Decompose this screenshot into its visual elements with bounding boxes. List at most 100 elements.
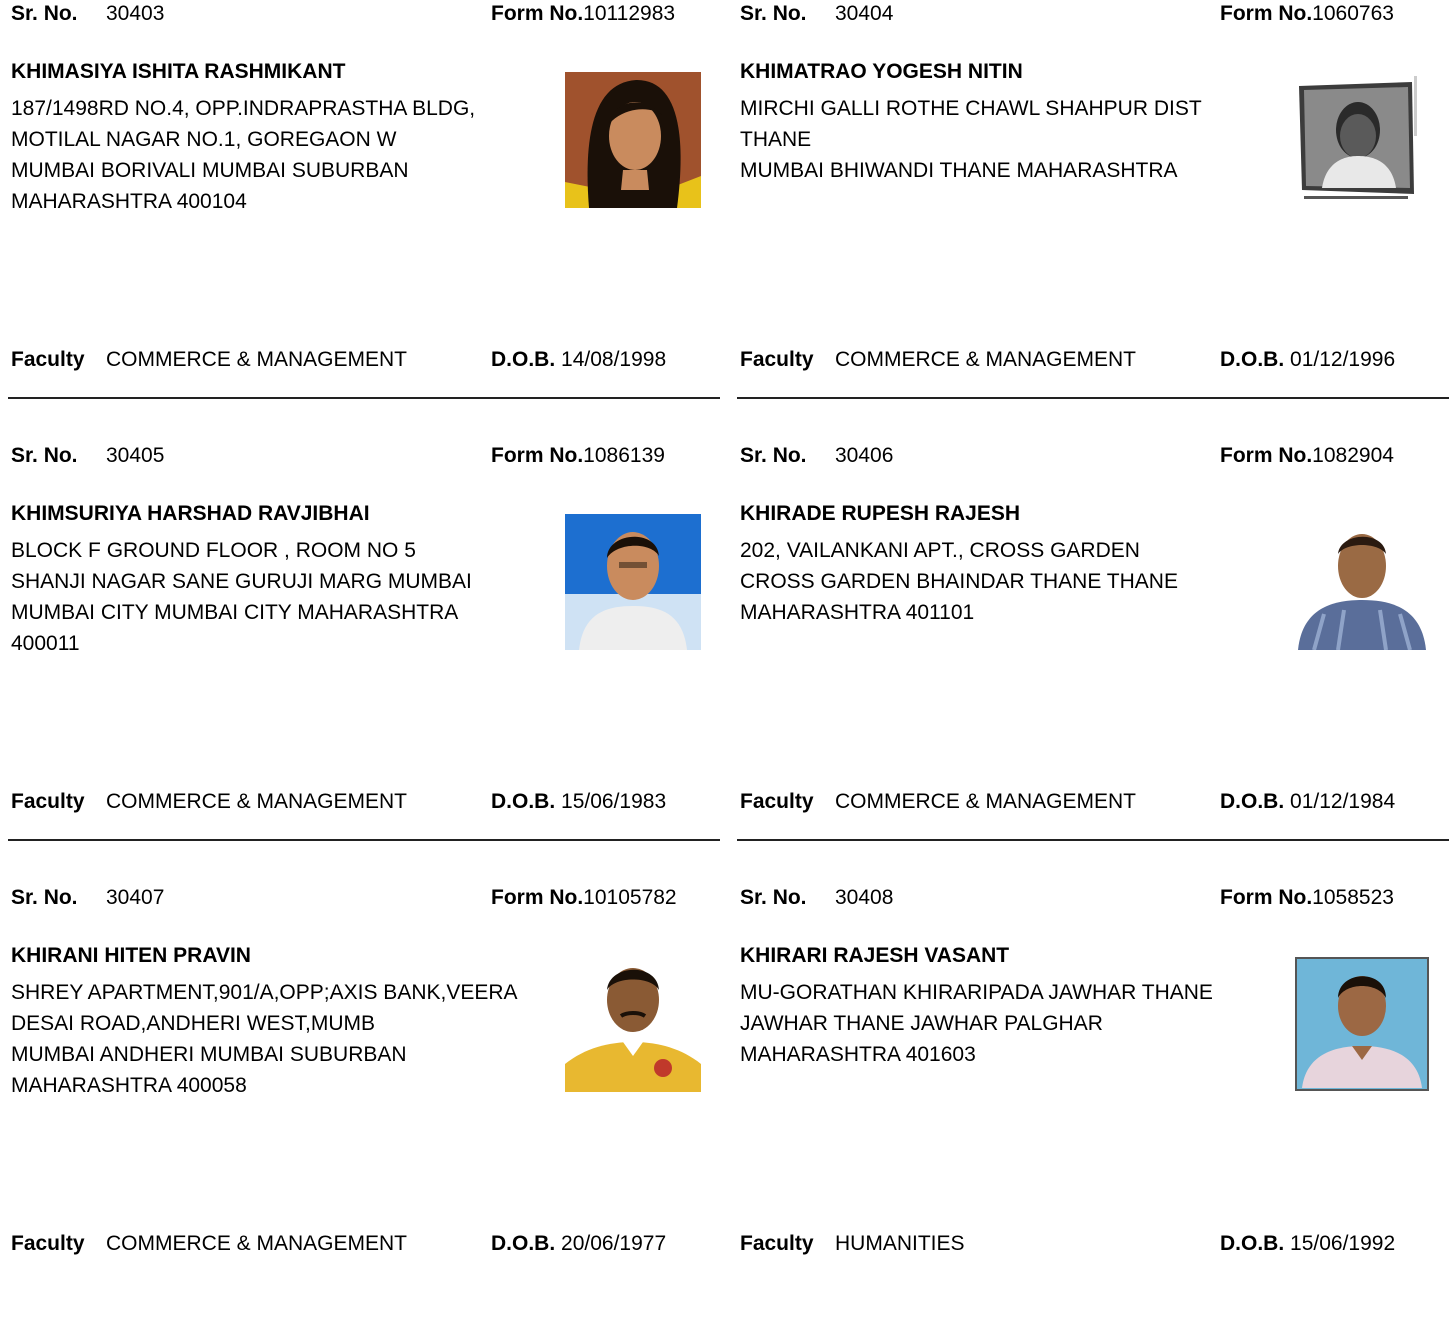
faculty-label: Faculty xyxy=(740,1232,814,1255)
faculty-label: Faculty xyxy=(11,348,85,371)
address-line: BLOCK F GROUND FLOOR , ROOM NO 5 xyxy=(11,539,416,562)
record-card: Sr. No. 30407 Form No.10105782 KHIRANI H… xyxy=(8,884,720,1326)
faculty-value: COMMERCE & MANAGEMENT xyxy=(106,790,408,813)
form-no-label: Form No. xyxy=(491,444,584,467)
dob-value: 20/06/1977 xyxy=(561,1232,667,1255)
applicant-name: KHIRANI HITEN PRAVIN xyxy=(11,944,251,967)
applicant-photo xyxy=(565,956,701,1092)
dob-label: D.O.B. xyxy=(1220,1232,1285,1255)
sr-no-label: Sr. No. xyxy=(11,2,78,25)
dob-label: D.O.B. xyxy=(491,790,556,813)
address-line: 202, VAILANKANI APT., CROSS GARDEN xyxy=(740,539,1140,562)
address-line: MAHARASHTRA 400104 xyxy=(11,190,247,213)
address-line: MUMBAI BORIVALI MUMBAI SUBURBAN xyxy=(11,159,409,182)
address-line: MIRCHI GALLI ROTHE CHAWL SHAHPUR DIST xyxy=(740,97,1202,120)
sr-no-label: Sr. No. xyxy=(11,886,78,909)
record-card: Sr. No. 30405 Form No.1086139 KHIMSURIYA… xyxy=(8,442,720,884)
form-no: Form No.1086139 xyxy=(491,440,665,471)
form-no: Form No.1060763 xyxy=(1220,0,1394,29)
form-no-value: 1060763 xyxy=(1312,2,1394,25)
address-line: 187/1498RD NO.4, OPP.INDRAPRASTHA BLDG, xyxy=(11,97,476,120)
form-no-label: Form No. xyxy=(1220,886,1313,909)
applicant-name: KHIMSURIYA HARSHAD RAVJIBHAI xyxy=(11,502,370,525)
divider xyxy=(8,397,720,399)
address-block: BLOCK F GROUND FLOOR , ROOM NO 5 SHANJI … xyxy=(11,535,556,659)
applicant-name: KHIRADE RUPESH RAJESH xyxy=(740,502,1021,525)
dob: D.O.B. 15/06/1983 xyxy=(491,786,666,817)
sr-no-value: 30408 xyxy=(835,886,894,909)
address-block: 202, VAILANKANI APT., CROSS GARDEN CROSS… xyxy=(740,535,1285,628)
sr-no-value: 30404 xyxy=(835,2,894,25)
faculty-label: Faculty xyxy=(11,790,85,813)
address-line: SHREY APARTMENT,901/A,OPP;AXIS BANK,VEER… xyxy=(11,981,518,1004)
form-no-value: 10112983 xyxy=(583,2,676,25)
faculty-value: COMMERCE & MANAGEMENT xyxy=(835,348,1137,371)
applicant-photo xyxy=(565,72,701,208)
address-line: DESAI ROAD,ANDHERI WEST,MUMB xyxy=(11,1012,376,1035)
sr-no-value: 30405 xyxy=(106,444,165,467)
address-line: MOTILAL NAGAR NO.1, GOREGAON W xyxy=(11,128,397,151)
dob-value: 15/06/1992 xyxy=(1290,1232,1396,1255)
form-no-label: Form No. xyxy=(491,886,584,909)
form-no: Form No.1058523 xyxy=(1220,882,1394,913)
address-line: MUMBAI BHIWANDI THANE MAHARASHTRA xyxy=(740,159,1178,182)
faculty-label: Faculty xyxy=(740,348,814,371)
address-block: 187/1498RD NO.4, OPP.INDRAPRASTHA BLDG, … xyxy=(11,93,556,217)
form-no: Form No.10112983 xyxy=(491,0,675,29)
form-no-value: 1086139 xyxy=(583,444,665,467)
record-card: Sr. No. 30408 Form No.1058523 KHIRARI RA… xyxy=(737,884,1449,1326)
dob: D.O.B. 20/06/1977 xyxy=(491,1228,666,1259)
faculty-value: COMMERCE & MANAGEMENT xyxy=(106,1232,408,1255)
dob: D.O.B. 15/06/1992 xyxy=(1220,1228,1395,1259)
divider xyxy=(8,839,720,841)
record-card: Sr. No. 30404 Form No.1060763 KHIMATRAO … xyxy=(737,0,1449,442)
sr-no-value: 30407 xyxy=(106,886,165,909)
record-card: Sr. No. 30403 Form No.10112983 KHIMASIYA… xyxy=(8,0,720,442)
address-block: MIRCHI GALLI ROTHE CHAWL SHAHPUR DIST TH… xyxy=(740,93,1285,186)
form-no-value: 10105782 xyxy=(583,886,677,909)
form-no-label: Form No. xyxy=(491,2,584,25)
address-line: MAHARASHTRA 400058 xyxy=(11,1074,247,1097)
faculty-value: COMMERCE & MANAGEMENT xyxy=(106,348,408,371)
form-no-value: 1058523 xyxy=(1312,886,1394,909)
form-no-label: Form No. xyxy=(1220,444,1313,467)
address-line: CROSS GARDEN BHAINDAR THANE THANE xyxy=(740,570,1178,593)
form-no: Form No.10105782 xyxy=(491,882,677,913)
address-block: MU-GORATHAN KHIRARIPADA JAWHAR THANE JAW… xyxy=(740,977,1285,1070)
applicant-photo xyxy=(1294,956,1430,1092)
divider xyxy=(737,839,1449,841)
record-card: Sr. No. 30406 Form No.1082904 KHIRADE RU… xyxy=(737,442,1449,884)
form-no-value: 1082904 xyxy=(1312,444,1394,467)
address-line: MUMBAI ANDHERI MUMBAI SUBURBAN xyxy=(11,1043,407,1066)
sr-no-label: Sr. No. xyxy=(740,886,807,909)
form-no: Form No.1082904 xyxy=(1220,440,1394,471)
faculty-value: HUMANITIES xyxy=(835,1232,965,1255)
sr-no-label: Sr. No. xyxy=(11,444,78,467)
dob-value: 15/06/1983 xyxy=(561,790,667,813)
form-no-label: Form No. xyxy=(1220,2,1313,25)
applicant-photo xyxy=(1294,72,1430,208)
faculty-label: Faculty xyxy=(11,1232,85,1255)
dob: D.O.B. 14/08/1998 xyxy=(491,344,666,375)
dob: D.O.B. 01/12/1984 xyxy=(1220,786,1395,817)
address-line: MAHARASHTRA 401101 xyxy=(740,601,975,624)
dob-value: 01/12/1984 xyxy=(1290,790,1396,813)
address-line: MAHARASHTRA 401603 xyxy=(740,1043,976,1066)
divider xyxy=(737,397,1449,399)
dob: D.O.B. 01/12/1996 xyxy=(1220,344,1395,375)
faculty-value: COMMERCE & MANAGEMENT xyxy=(835,790,1137,813)
address-line: 400011 xyxy=(11,632,80,655)
sr-no-label: Sr. No. xyxy=(740,2,807,25)
dob-label: D.O.B. xyxy=(491,348,556,371)
dob-label: D.O.B. xyxy=(1220,348,1285,371)
applicant-photo xyxy=(565,514,701,650)
address-line: MU-GORATHAN KHIRARIPADA JAWHAR THANE xyxy=(740,981,1213,1004)
address-line: JAWHAR THANE JAWHAR PALGHAR xyxy=(740,1012,1103,1035)
address-line: THANE xyxy=(740,128,812,151)
address-line: MUMBAI CITY MUMBAI CITY MAHARASHTRA xyxy=(11,601,459,624)
dob-label: D.O.B. xyxy=(1220,790,1285,813)
sr-no-value: 30406 xyxy=(835,444,894,467)
sr-no-value: 30403 xyxy=(106,2,165,25)
sr-no-label: Sr. No. xyxy=(740,444,807,467)
faculty-label: Faculty xyxy=(740,790,814,813)
